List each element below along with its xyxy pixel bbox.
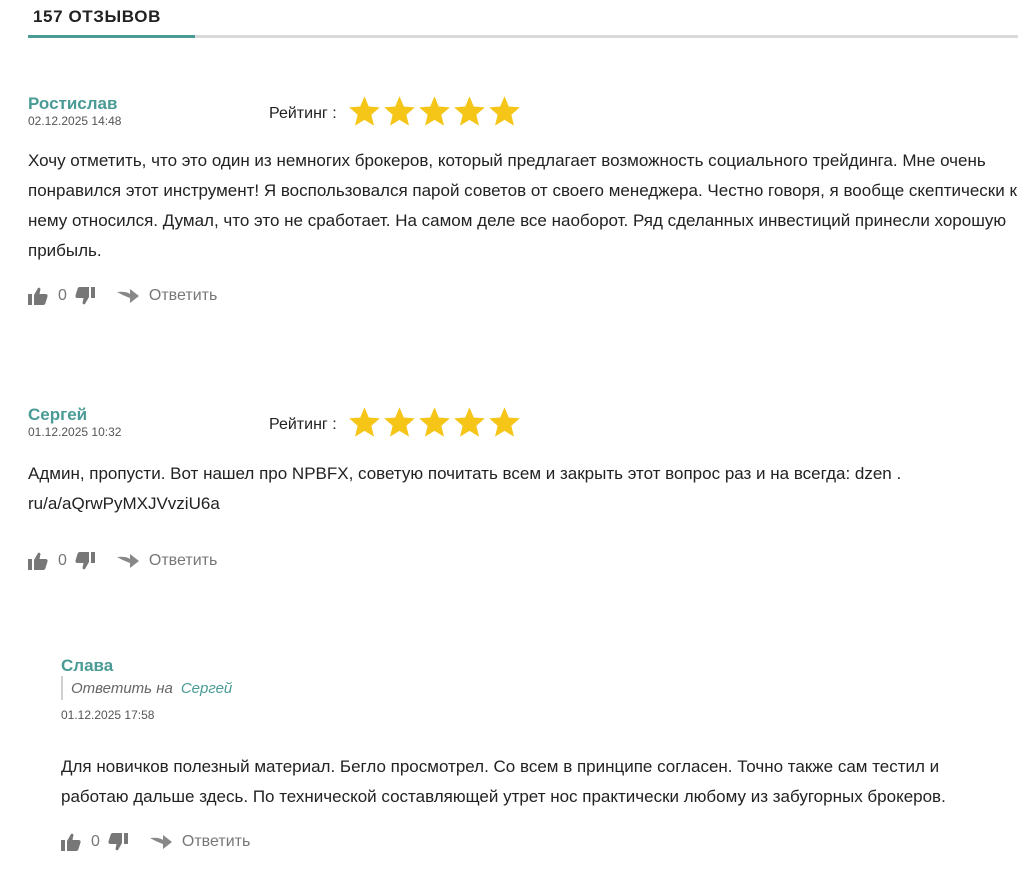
- review-actions: 0 Ответить: [28, 551, 1018, 571]
- review-rating: Рейтинг :: [269, 405, 522, 445]
- thumbs-up-icon[interactable]: [61, 833, 81, 851]
- rating-stars: [347, 405, 522, 445]
- review-text: Админ, пропусти. Вот нашел про NPBFX, со…: [28, 464, 902, 513]
- review-actions: 0 Ответить: [28, 286, 1018, 306]
- like-count: 0: [58, 552, 67, 569]
- review-rating: Рейтинг :: [269, 94, 522, 134]
- reply-arrow-icon[interactable]: [116, 289, 139, 303]
- star-icon: [417, 405, 452, 440]
- rating-stars: [347, 94, 522, 134]
- star-icon: [452, 94, 487, 129]
- reply-item: Слава Ответить на Сергей 01.12.2025 17:5…: [61, 656, 1011, 852]
- reply-to-label: Ответить на: [71, 679, 173, 697]
- star-icon: [382, 94, 417, 129]
- rating-label: Рейтинг :: [269, 105, 337, 122]
- star-icon: [382, 405, 417, 440]
- star-icon: [487, 405, 522, 440]
- reply-button[interactable]: Ответить: [149, 552, 217, 570]
- review-author[interactable]: Ростислав: [28, 94, 1018, 114]
- star-icon: [347, 94, 382, 129]
- star-icon: [417, 94, 452, 129]
- star-icon: [452, 405, 487, 440]
- review-item: Сергей 01.12.2025 10:32 Рейтинг : Админ,…: [28, 405, 1018, 571]
- reply-to-line: Ответить на Сергей: [61, 676, 1011, 700]
- reply-author[interactable]: Слава: [61, 656, 1011, 676]
- star-icon: [347, 405, 382, 440]
- rating-label: Рейтинг :: [269, 416, 337, 433]
- reply-arrow-icon[interactable]: [116, 554, 139, 568]
- reviews-count-title[interactable]: 157 ОТЗЫВОВ: [33, 7, 161, 27]
- review-date: 01.12.2025 10:32: [28, 425, 122, 439]
- reply-button[interactable]: Ответить: [149, 287, 217, 305]
- reply-actions: 0 Ответить: [61, 832, 1011, 852]
- review-item: Ростислав 02.12.2025 14:48 Рейтинг : Хоч…: [28, 94, 1018, 306]
- reply-text: Для новичков полезный материал. Бегло пр…: [61, 757, 946, 806]
- thumbs-down-icon[interactable]: [108, 833, 128, 851]
- tab-active-underline: [28, 35, 195, 38]
- thumbs-down-icon[interactable]: [75, 287, 95, 305]
- review-date: 02.12.2025 14:48: [28, 114, 122, 128]
- thumbs-up-icon[interactable]: [28, 287, 48, 305]
- star-icon: [487, 94, 522, 129]
- reply-to-name[interactable]: Сергей: [181, 680, 232, 697]
- like-count: 0: [91, 833, 100, 850]
- thumbs-up-icon[interactable]: [28, 552, 48, 570]
- reviews-tab-bar: 157 ОТЗЫВОВ: [28, 0, 1018, 40]
- reply-arrow-icon[interactable]: [149, 835, 172, 849]
- review-author[interactable]: Сергей: [28, 405, 1018, 425]
- reply-date: 01.12.2025 17:58: [61, 708, 155, 722]
- reply-button[interactable]: Ответить: [182, 833, 250, 851]
- like-count: 0: [58, 287, 67, 304]
- review-text: Хочу отметить, что это один из немногих …: [28, 151, 1017, 260]
- thumbs-down-icon[interactable]: [75, 552, 95, 570]
